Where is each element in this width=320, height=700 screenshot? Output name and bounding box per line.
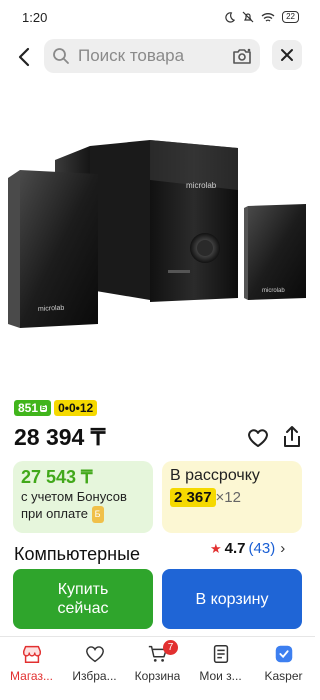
bonus-line-2-row: при оплате Б (21, 505, 145, 523)
nav-kaspersky[interactable]: Kasper (252, 637, 315, 700)
bonus-line-1: с учетом Бонусов (21, 489, 127, 504)
nav-cart[interactable]: 7 Корзина (126, 637, 189, 700)
status-time: 1:20 (22, 9, 48, 25)
nav-orders[interactable]: Мои з... (189, 637, 252, 700)
buy-now-button[interactable]: Купить сейчас (13, 569, 153, 629)
right-speaker-logo: microlab (262, 288, 285, 294)
product-image[interactable]: microlab microlab microlab (0, 110, 315, 360)
installment-title: В рассрочку (170, 467, 260, 484)
installment-badge: 0•0•12 (54, 400, 98, 416)
orders-icon (213, 645, 228, 663)
back-button[interactable] (10, 42, 38, 72)
wifi-icon (261, 12, 275, 22)
bonus-badge-mark: Б (40, 404, 48, 412)
product-title: Компьютерные (14, 544, 141, 564)
installment-multiplier: ×12 (215, 489, 241, 506)
installment-card[interactable]: В рассрочку 2 367 ×12 (162, 461, 302, 533)
status-icons: 22 (224, 11, 299, 23)
installment-amount-row: 2 367 ×12 (170, 488, 294, 507)
chevron-left-icon (18, 47, 30, 67)
search-field[interactable]: Поиск товара (44, 39, 260, 73)
installment-amount: 2 367 (170, 488, 216, 507)
close-icon (281, 49, 293, 61)
add-to-cart-button[interactable]: В корзину (162, 569, 302, 629)
star-icon: ★ (210, 540, 222, 556)
camera-search-icon[interactable] (232, 47, 252, 65)
bonus-price: 27 543 ₸ (21, 467, 93, 487)
right-speaker: microlab (244, 204, 306, 300)
share-icon[interactable] (280, 424, 304, 450)
mute-icon (242, 11, 254, 23)
left-speaker: microlab (8, 170, 98, 328)
favorite-heart-icon[interactable] (246, 426, 270, 450)
heart-icon (85, 646, 104, 663)
bonus-price-card[interactable]: 27 543 ₸ с учетом Бонусов при оплате Б (13, 461, 153, 533)
bonus-badge: 851 Б (14, 400, 52, 416)
close-button[interactable] (272, 40, 302, 70)
cart-count-badge: 7 (163, 640, 178, 655)
store-icon (22, 645, 41, 663)
bottom-nav: Магаз... Избра... 7 Корзина Мои з... Kas… (0, 636, 315, 700)
search-icon (53, 48, 69, 64)
nav-store[interactable]: Магаз... (0, 637, 63, 700)
product-rating[interactable]: ★ 4.7 (43) › (210, 540, 285, 557)
nav-favorites[interactable]: Избра... (63, 637, 126, 700)
promo-badges: 851 Б 0•0•12 (14, 400, 98, 416)
moon-icon (225, 11, 236, 23)
rating-value: 4.7 (224, 540, 246, 557)
kaspersky-icon (275, 645, 292, 663)
left-speaker-logo: microlab (38, 305, 65, 313)
bonus-coin-icon: Б (91, 506, 104, 523)
top-bar: Поиск товара (0, 38, 315, 76)
subwoofer-logo: microlab (186, 181, 217, 190)
product-price: 28 394 ₸ (14, 424, 106, 450)
search-placeholder: Поиск товара (78, 46, 185, 65)
chevron-right-icon: › (280, 540, 286, 557)
status-bar: 1:20 22 (0, 0, 315, 34)
battery-icon: 22 (282, 11, 299, 23)
bonus-line-2: при оплате (21, 506, 88, 521)
reviews-count: (43) (248, 540, 276, 557)
